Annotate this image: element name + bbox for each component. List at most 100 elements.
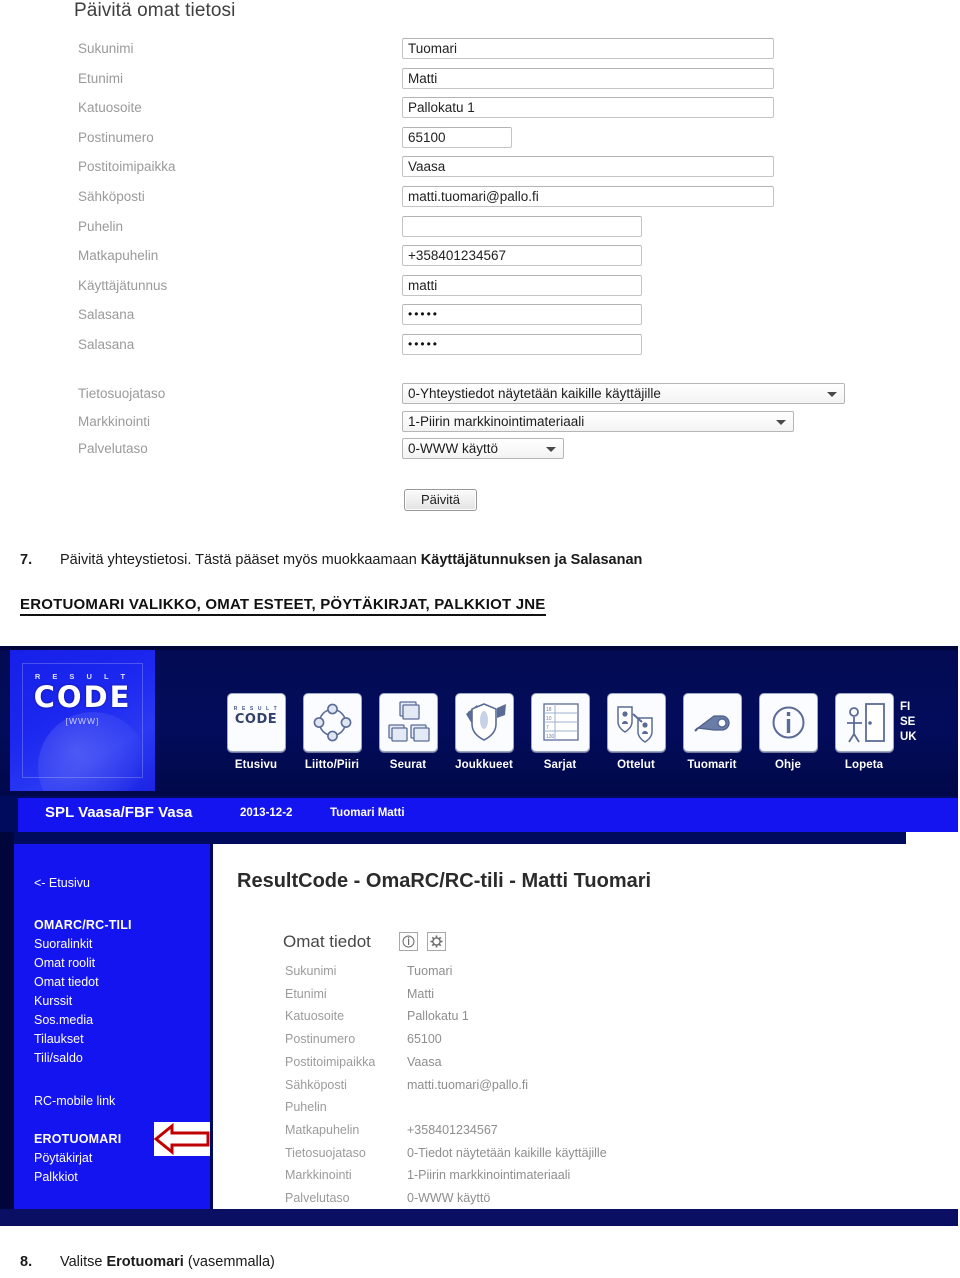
nav-item-label-6: Tuomarit <box>687 759 737 771</box>
resultcode-app-screenshot: R E S U L T CODE [WWW] R E S U L T CODE Et… <box>0 646 958 1226</box>
form-select-palvelutaso[interactable]: 0-WWW käyttö <box>402 438 564 459</box>
detail-row-puhelin: Puhelin <box>285 1100 327 1114</box>
side-menu-item-sos-media[interactable]: Sos.media <box>34 1013 93 1027</box>
language-switcher[interactable]: FI SE UK <box>900 700 917 745</box>
form-input-puhelin[interactable] <box>402 215 642 237</box>
language-option-se[interactable]: SE <box>900 715 917 730</box>
resultcode-logo[interactable]: R E S U L T CODE [WWW] <box>10 650 155 791</box>
detail-row-etunimi: Etunimi Matti <box>285 986 434 1001</box>
form-label-8: Käyttäjätunnus <box>78 277 168 293</box>
resultcode-logo-icon[interactable]: R E S U L T CODE <box>226 693 286 752</box>
form-input-salasana[interactable]: ••••• <box>402 334 642 355</box>
detail-row-tietosuojataso: Tietosuojataso 0-Tiedot näytetään kaikill… <box>285 1146 607 1160</box>
app-top-navigation: R E S U L T CODE [WWW] R E S U L T CODE Et… <box>0 646 958 796</box>
nav-item-label-4: Sarjat <box>543 759 577 771</box>
app-content-panel: ResultCode - OmaRC/RC-tili - Matti Tuoma… <box>213 844 906 1222</box>
logo-main-text: CODE <box>33 680 132 714</box>
app-bottom-bar <box>0 1209 958 1226</box>
detail-value-3: 65100 <box>407 1032 442 1047</box>
svg-text:130: 130 <box>546 734 555 740</box>
people-circle-icon[interactable] <box>302 693 362 752</box>
detail-row-palvelutaso: Palvelutaso 0-WWW käyttö <box>285 1191 490 1205</box>
detail-label-3: Postinumero <box>285 1032 356 1047</box>
team-shield-icon[interactable] <box>454 693 514 752</box>
nav-item-liitto-piiri[interactable]: Liitto/Piiri <box>294 693 370 771</box>
exit-door-icon[interactable] <box>834 693 894 752</box>
side-menu-group-omarc: OMARC/RC-TILI <box>34 918 132 932</box>
detail-row-sukunimi: Sukunimi Tuomari <box>285 964 452 978</box>
form-select-markkinointi[interactable]: 1-Piirin markkinointimateriaali <box>402 410 794 432</box>
side-menu-item-suoralinkit[interactable]: Suoralinkit <box>34 937 92 951</box>
info-badge-icon[interactable] <box>399 932 418 951</box>
form-input-postitoimipaikka[interactable]: Vaasa <box>402 156 774 178</box>
side-menu-item-palkkiot[interactable]: Palkkiot <box>34 1170 78 1184</box>
form-label-7: Matkapuhelin <box>78 248 159 264</box>
form-label-10: Salasana <box>78 337 135 352</box>
nav-item-label-0: Etusivu <box>234 759 278 771</box>
nav-item-etusivu[interactable]: R E S U L T CODE Etusivu <box>218 693 294 771</box>
nav-item-ohje[interactable]: Ohje <box>750 693 826 771</box>
form-label-9: Salasana <box>78 307 135 323</box>
step-8-number: 8. <box>20 1254 33 1270</box>
form-select-label-2: Palvelutaso <box>78 441 148 456</box>
form-input-salasana[interactable]: ••••• <box>402 304 642 326</box>
update-own-info-form-screenshot: Päivitä omat tietosi Sukunimi Tuomari Etun… <box>0 0 960 530</box>
nav-items-container: R E S U L T CODE Etusivu Liitto/Piiri Seurat… <box>218 693 902 783</box>
settings-gear-icon[interactable] <box>427 932 446 951</box>
app-side-menu: <- Etusivu OMARC/RC-TILI Suoralinkit Omat r… <box>14 844 210 1222</box>
detail-label-6: Puhelin <box>285 1100 327 1115</box>
red-arrow-annotation-icon <box>153 1122 210 1156</box>
form-input-matkapuhelin[interactable]: +358401234567 <box>402 245 642 267</box>
detail-row-katuosoite: Katuosoite Pallokatu 1 <box>285 1009 469 1023</box>
svg-text:10: 10 <box>546 716 552 722</box>
form-input-s-hk-posti[interactable]: matti.tuomari@pallo.fi <box>402 186 774 207</box>
gear-svg <box>430 935 443 948</box>
club-groups-icon[interactable] <box>378 693 438 752</box>
form-label-6: Puhelin <box>78 218 124 234</box>
form-input-postinumero[interactable]: 65100 <box>402 126 512 148</box>
detail-row-matkapuhelin: Matkapuhelin +358401234567 <box>285 1123 498 1137</box>
chevron-down-icon <box>827 392 837 397</box>
side-menu-item-tilaukset[interactable]: Tilaukset <box>34 1032 84 1046</box>
nav-item-label-1: Liitto/Piiri <box>304 759 360 771</box>
detail-row-markkinointi: Markkinointi 1-Piirin markkinointimateria… <box>285 1168 570 1183</box>
form-input-sukunimi[interactable]: Tuomari <box>402 38 774 59</box>
nav-item-sarjat[interactable]: 18 10 7 130 Sarjat <box>522 693 598 771</box>
side-menu-item-kurssit[interactable]: Kurssit <box>34 994 72 1008</box>
step-8-text-c: (vasemmalla) <box>183 1254 275 1270</box>
section-heading: EROTUOMARI VALIKKO, OMAT ESTEET, PÖYTÄKI… <box>20 596 546 616</box>
step-7-text-a: Päivitä yhteystietosi. Tästä pääset myös… <box>60 552 421 568</box>
side-menu-item-p-yt-kirjat[interactable]: Pöytäkirjat <box>34 1151 92 1165</box>
info-bar-user: Tuomari Matti <box>330 807 405 819</box>
info-circle-icon[interactable] <box>758 693 818 752</box>
side-menu-rc-mobile-link[interactable]: RC-mobile link <box>34 1094 115 1108</box>
nav-item-ottelut[interactable]: Ottelut <box>598 693 674 771</box>
step-8-text: Valitse Erotuomari (vasemmalla) <box>60 1252 920 1272</box>
detail-label-9: Markkinointi <box>285 1168 352 1183</box>
language-option-uk[interactable]: UK <box>900 730 917 745</box>
side-menu-back-link[interactable]: <- Etusivu <box>34 876 90 890</box>
step-7: 7. Päivitä yhteystietosi. Tästä pääset m… <box>20 550 920 570</box>
form-input-etunimi[interactable]: Matti <box>402 67 774 89</box>
detail-value-4: Vaasa <box>407 1054 442 1069</box>
nav-item-tuomarit[interactable]: Tuomarit <box>674 693 750 771</box>
form-input-k-ytt-j-tunnus[interactable]: matti <box>402 274 642 296</box>
form-label-4: Postitoimipaikka <box>78 159 176 175</box>
app-right-edge <box>906 832 958 1226</box>
side-menu-item-tili-saldo[interactable]: Tili/saldo <box>34 1051 83 1065</box>
form-select-tietosuojataso[interactable]: 0-Yhteystiedot näytetään kaikille käyttä… <box>402 383 845 404</box>
form-input-katuosoite[interactable]: Pallokatu 1 <box>402 97 774 119</box>
whistle-icon[interactable] <box>682 693 742 752</box>
side-menu-item-omat-roolit[interactable]: Omat roolit <box>34 956 95 970</box>
detail-value-5: matti.tuomari@pallo.fi <box>407 1077 529 1092</box>
side-menu-item-omat-tiedot[interactable]: Omat tiedot <box>34 975 99 989</box>
match-shields-icon[interactable] <box>606 693 666 752</box>
nav-item-lopeta[interactable]: Lopeta <box>826 693 902 771</box>
submit-button[interactable]: Päivitä <box>404 489 477 511</box>
nav-item-joukkueet[interactable]: Joukkueet <box>446 693 522 771</box>
language-option-fi[interactable]: FI <box>900 700 917 715</box>
nav-item-seurat[interactable]: Seurat <box>370 693 446 771</box>
form-title: Päivitä omat tietosi <box>74 0 236 21</box>
detail-label-1: Etunimi <box>285 986 327 1001</box>
standings-table-icon[interactable]: 18 10 7 130 <box>530 693 590 752</box>
